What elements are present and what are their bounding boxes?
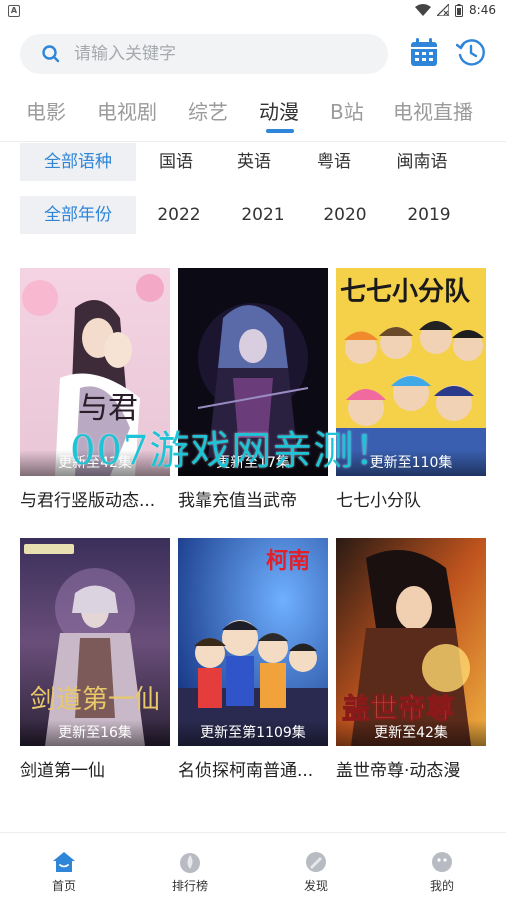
tab-tv-live[interactable]: 电视直播 [393,96,473,125]
poster-art: 盖世帝尊 [336,538,486,746]
ranking-icon [180,853,200,873]
tab-anime[interactable]: 动漫 [259,96,299,125]
filter-language-minnan[interactable]: 闽南语 [392,143,452,181]
episode-badge: 更新至42集 [20,450,170,476]
nav-profile[interactable]: 我的 [402,851,482,894]
nav-ranking-label: 排行榜 [171,879,208,893]
poster-title-text: 七七小分队 [340,277,471,307]
filter-year-2022[interactable]: 2022 [156,196,202,234]
search-box[interactable] [20,34,388,74]
anime-card[interactable]: 更新至17集 我靠充值当武帝 [178,268,328,511]
nav-home-label: 首页 [51,879,76,893]
poster-title-text: 剑道第一仙 [30,685,160,715]
filter-year-2020[interactable]: 2020 [322,196,368,234]
calendar-icon[interactable] [410,38,438,68]
anime-card[interactable]: 七七小分队 更新至110集 七七小分队 [336,268,486,511]
poster-art [178,268,328,476]
episode-badge: 更新至110集 [336,450,486,476]
nav-profile-label: 我的 [429,879,454,893]
card-title: 我靠充值当武帝 [178,491,297,511]
app-notification-icon: A [8,5,20,17]
tab-tv-series[interactable]: 电视剧 [97,96,157,125]
status-bar: A 8:46 [0,0,506,24]
tab-movie[interactable]: 电影 [26,96,66,125]
card-title: 七七小分队 [336,491,421,511]
signal-off-icon [437,4,450,16]
poster-image[interactable]: 与君 更新至42集 [20,268,170,476]
episode-badge: 更新至17集 [178,450,328,476]
divider [0,141,506,142]
poster-image[interactable]: 柯南 更新至第1109集 [178,538,328,746]
nav-home[interactable]: 首页 [24,851,104,894]
anime-card[interactable]: 与君 更新至42集 与君行竖版动态... [20,268,170,511]
filter-year-2019[interactable]: 2019 [406,196,452,234]
filter-language-all[interactable]: 全部语种 [20,143,136,181]
poster-art: 剑道第一仙 [20,538,170,746]
filter-year-2021[interactable]: 2021 [240,196,286,234]
card-title: 剑道第一仙 [20,761,105,781]
search-row [0,32,506,76]
poster-art: 与君 [20,268,170,476]
poster-image[interactable]: 盖世帝尊 更新至42集 [336,538,486,746]
status-time: 8:46 [469,3,496,17]
history-clock-icon[interactable] [456,38,486,68]
discover-icon [306,852,326,872]
active-tab-indicator [266,129,294,133]
anime-card[interactable]: 柯南 更新至第1109集 名侦探柯南普通... [178,538,328,781]
nav-discover[interactable]: 发现 [276,851,356,894]
search-icon [42,45,60,63]
filter-language-english[interactable]: 英语 [234,143,274,181]
poster-art: 柯南 [178,538,328,746]
poster-title-text: 柯南 [266,548,310,574]
status-indicators: 8:46 [415,3,496,17]
poster-image[interactable]: 剑道第一仙 更新至16集 [20,538,170,746]
wifi-icon [415,4,432,16]
language-filter-row: 全部语种 国语 英语 粤语 闽南语 [20,143,486,183]
nav-ranking[interactable]: 排行榜 [150,851,230,894]
card-title: 盖世帝尊·动态漫 [336,761,461,781]
anime-card[interactable]: 盖世帝尊 更新至42集 盖世帝尊·动态漫 [336,538,486,781]
profile-icon [432,852,452,872]
tab-bilibili[interactable]: B站 [330,96,364,125]
card-title: 名侦探柯南普通... [178,761,314,781]
nav-discover-label: 发现 [303,879,328,893]
tab-variety[interactable]: 综艺 [188,96,228,125]
poster-title-text: 与君 [78,391,138,426]
search-input[interactable] [74,34,374,74]
poster-image[interactable]: 七七小分队 更新至110集 [336,268,486,476]
bottom-navigation: 首页 排行榜 发现 我的 [0,832,506,899]
anime-card[interactable]: 剑道第一仙 更新至16集 剑道第一仙 [20,538,170,781]
filter-language-cantonese[interactable]: 粤语 [314,143,354,181]
year-filter-row: 全部年份 2022 2021 2020 2019 [20,196,486,236]
episode-badge: 更新至第1109集 [178,720,328,746]
poster-art: 七七小分队 [336,268,486,476]
poster-image[interactable]: 更新至17集 [178,268,328,476]
category-tabs: 电影 电视剧 综艺 动漫 B站 电视直播 [0,92,506,138]
filter-language-mandarin[interactable]: 国语 [156,143,196,181]
home-icon [53,852,75,872]
episode-badge: 更新至42集 [336,720,486,746]
card-title: 与君行竖版动态... [20,491,156,511]
battery-icon [455,3,464,17]
filter-year-all[interactable]: 全部年份 [20,196,136,234]
episode-badge: 更新至16集 [20,720,170,746]
